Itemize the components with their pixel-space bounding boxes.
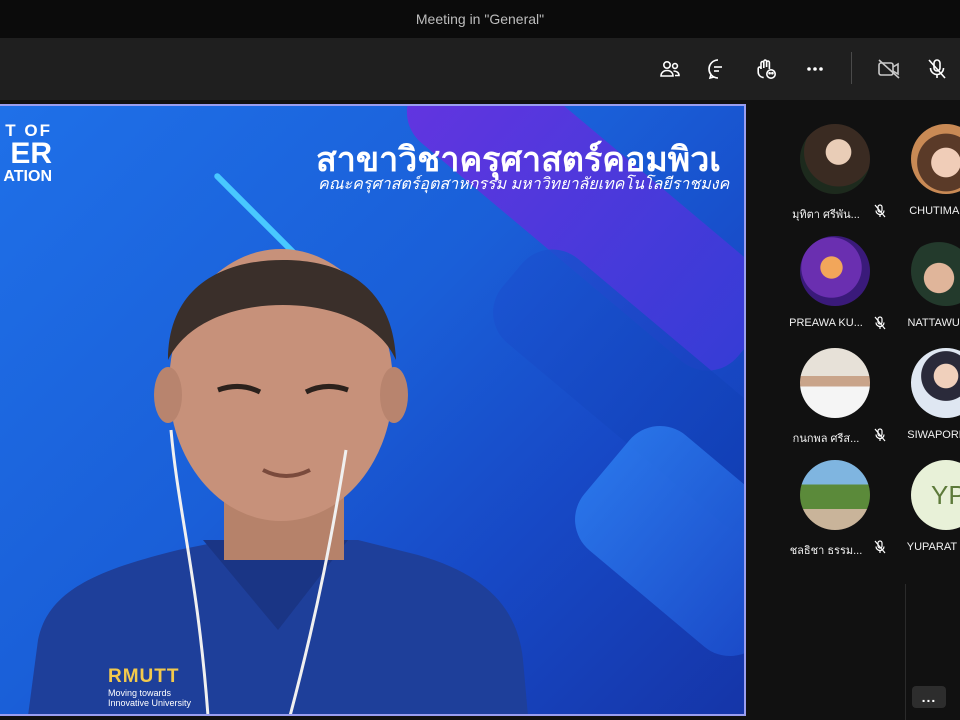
participant-avatar — [800, 236, 870, 306]
more-label: ... — [921, 689, 937, 705]
participant-name: SIWAPORN — [907, 429, 960, 441]
participant-tile[interactable]: มุทิตา ศรีพัน... — [770, 118, 886, 226]
camera-off-icon — [878, 59, 900, 79]
dept-line3: ATION — [3, 168, 52, 185]
panel-divider — [905, 584, 906, 720]
participant-tile[interactable]: ชลธิชา ธรรม... — [770, 454, 886, 562]
participant-tile[interactable]: NATTAWUT — [881, 230, 960, 338]
shirt-tagline2: Innovative University — [108, 698, 192, 708]
more-actions-button[interactable] — [800, 54, 830, 84]
title-bar: Meeting in "General" — [0, 0, 960, 38]
reactions-button[interactable] — [751, 54, 781, 84]
participant-name: YUPARAT P — [906, 541, 960, 553]
participant-name: กนกพล ศรีส... — [792, 433, 860, 445]
participant-tile[interactable]: CHUTIMA I — [881, 118, 960, 226]
shirt-logo: RMUTT Moving towards Innovative Universi… — [108, 666, 191, 708]
participant-avatar — [911, 124, 960, 194]
participant-avatar — [911, 236, 960, 306]
participant-name: NATTAWUT — [907, 317, 960, 329]
more-actions-icon — [807, 67, 823, 71]
main-video-feed[interactable]: T OF ER ATION สาขาวิชาครุศาสตร์คอมพิวเ ค… — [0, 104, 746, 716]
participant-name: CHUTIMA I — [909, 205, 960, 217]
mic-toggle-button[interactable] — [922, 54, 952, 84]
department-logo-text: T OF ER ATION — [0, 122, 52, 185]
participant-tile[interactable]: PREAWA KU... — [770, 230, 886, 338]
participant-name: มุทิตา ศรีพัน... — [792, 209, 860, 221]
participant-avatar — [800, 124, 870, 194]
participant-tile[interactable]: กนกพล ศรีส... — [770, 342, 886, 450]
shirt-brand: RMUTT — [108, 666, 180, 687]
participant-name: PREAWA KU... — [789, 317, 863, 329]
shirt-tagline1: Moving towards — [108, 688, 172, 698]
presenter-silhouette — [28, 249, 528, 714]
camera-toggle-button[interactable] — [874, 54, 904, 84]
more-participants-button[interactable]: ... — [912, 686, 946, 708]
participant-initials-avatar: YP — [911, 460, 960, 530]
participants-icon — [660, 61, 680, 77]
raise-hand-icon — [757, 59, 776, 79]
participant-tile[interactable]: YP YUPARAT P — [881, 454, 960, 562]
participant-avatar — [800, 460, 870, 530]
show-conversation-button[interactable] — [703, 54, 733, 84]
participant-name: ชลธิชา ธรรม... — [789, 545, 863, 557]
background-subline: คณะครุศาสตร์อุตสาหกรรม มหาวิทยาลัยเทคโนโ… — [318, 176, 730, 193]
toolbar-divider — [851, 52, 852, 84]
participant-initials: YP — [931, 479, 960, 510]
window-title: Meeting in "General" — [415, 11, 545, 27]
participant-avatar — [911, 348, 960, 418]
chat-icon — [708, 59, 722, 80]
show-participants-button[interactable] — [655, 54, 685, 84]
participant-tile[interactable]: SIWAPORN — [881, 342, 960, 450]
participant-avatar — [800, 348, 870, 418]
dept-line2: ER — [10, 137, 52, 170]
mic-off-icon — [928, 59, 946, 79]
